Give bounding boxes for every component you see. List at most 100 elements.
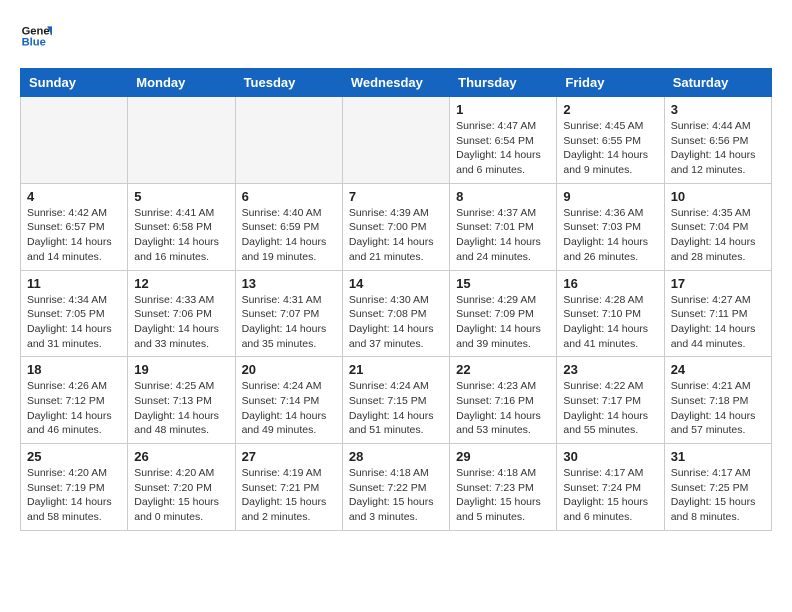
calendar-cell: 1Sunrise: 4:47 AM Sunset: 6:54 PM Daylig… [450, 97, 557, 184]
calendar-cell [128, 97, 235, 184]
day-info: Sunrise: 4:42 AM Sunset: 6:57 PM Dayligh… [27, 206, 121, 265]
day-number: 2 [563, 102, 657, 117]
day-info: Sunrise: 4:45 AM Sunset: 6:55 PM Dayligh… [563, 119, 657, 178]
day-info: Sunrise: 4:26 AM Sunset: 7:12 PM Dayligh… [27, 379, 121, 438]
day-number: 15 [456, 276, 550, 291]
day-number: 28 [349, 449, 443, 464]
calendar-cell: 14Sunrise: 4:30 AM Sunset: 7:08 PM Dayli… [342, 270, 449, 357]
svg-text:Blue: Blue [22, 37, 46, 49]
day-info: Sunrise: 4:34 AM Sunset: 7:05 PM Dayligh… [27, 293, 121, 352]
day-number: 6 [242, 189, 336, 204]
day-number: 8 [456, 189, 550, 204]
calendar-cell: 27Sunrise: 4:19 AM Sunset: 7:21 PM Dayli… [235, 444, 342, 531]
day-number: 20 [242, 362, 336, 377]
calendar-cell: 7Sunrise: 4:39 AM Sunset: 7:00 PM Daylig… [342, 183, 449, 270]
calendar-cell: 10Sunrise: 4:35 AM Sunset: 7:04 PM Dayli… [664, 183, 771, 270]
calendar-week-row: 18 Sunrise: 4:26 AM Sunset: 7:12 PM Dayli… [21, 357, 772, 444]
calendar-cell: 23 Sunrise: 4:22 AM Sunset: 7:17 PM Dayli… [557, 357, 664, 444]
calendar-cell: 31 Sunrise: 4:17 AM Sunset: 7:25 PM Dayli… [664, 444, 771, 531]
calendar-cell: 22 Sunrise: 4:23 AM Sunset: 7:16 PM Dayli… [450, 357, 557, 444]
calendar-cell: 13 Sunrise: 4:31 AM Sunset: 7:07 PM Dayli… [235, 270, 342, 357]
day-info: Sunrise: 4:29 AM Sunset: 7:09 PM Dayligh… [456, 293, 550, 352]
day-number: 3 [671, 102, 765, 117]
day-info: Sunrise: 4:19 AM Sunset: 7:21 PM Dayligh… [242, 466, 336, 525]
day-number: 7 [349, 189, 443, 204]
svg-text:General: General [22, 25, 52, 37]
calendar-cell: 12 Sunrise: 4:33 AM Sunset: 7:06 PM Dayli… [128, 270, 235, 357]
day-info: Sunrise: 4:24 AM Sunset: 7:14 PM Dayligh… [242, 379, 336, 438]
day-info: Sunrise: 4:18 AM Sunset: 7:23 PM Dayligh… [456, 466, 550, 525]
weekday-header: Friday [557, 69, 664, 97]
day-info: Sunrise: 4:20 AM Sunset: 7:20 PM Dayligh… [134, 466, 228, 525]
calendar-cell: 11Sunrise: 4:34 AM Sunset: 7:05 PM Dayli… [21, 270, 128, 357]
day-number: 25 [27, 449, 121, 464]
calendar-week-row: 11Sunrise: 4:34 AM Sunset: 7:05 PM Dayli… [21, 270, 772, 357]
day-number: 13 [242, 276, 336, 291]
day-info: Sunrise: 4:20 AM Sunset: 7:19 PM Dayligh… [27, 466, 121, 525]
day-number: 31 [671, 449, 765, 464]
calendar-cell: 24 Sunrise: 4:21 AM Sunset: 7:18 PM Dayli… [664, 357, 771, 444]
day-number: 4 [27, 189, 121, 204]
day-info: Sunrise: 4:23 AM Sunset: 7:16 PM Dayligh… [456, 379, 550, 438]
day-number: 29 [456, 449, 550, 464]
day-number: 14 [349, 276, 443, 291]
day-number: 5 [134, 189, 228, 204]
calendar-cell: 18 Sunrise: 4:26 AM Sunset: 7:12 PM Dayli… [21, 357, 128, 444]
calendar-cell: 15 Sunrise: 4:29 AM Sunset: 7:09 PM Dayli… [450, 270, 557, 357]
day-number: 16 [563, 276, 657, 291]
day-number: 30 [563, 449, 657, 464]
calendar-cell: 17Sunrise: 4:27 AM Sunset: 7:11 PM Dayli… [664, 270, 771, 357]
calendar-cell: 25 Sunrise: 4:20 AM Sunset: 7:19 PM Dayli… [21, 444, 128, 531]
calendar-header-row: SundayMondayTuesdayWednesdayThursdayFrid… [21, 69, 772, 97]
day-number: 1 [456, 102, 550, 117]
day-info: Sunrise: 4:33 AM Sunset: 7:06 PM Dayligh… [134, 293, 228, 352]
weekday-header: Tuesday [235, 69, 342, 97]
weekday-header: Monday [128, 69, 235, 97]
day-info: Sunrise: 4:25 AM Sunset: 7:13 PM Dayligh… [134, 379, 228, 438]
day-number: 9 [563, 189, 657, 204]
day-number: 21 [349, 362, 443, 377]
calendar-week-row: 25 Sunrise: 4:20 AM Sunset: 7:19 PM Dayli… [21, 444, 772, 531]
calendar-table: SundayMondayTuesdayWednesdayThursdayFrid… [20, 68, 772, 531]
day-number: 22 [456, 362, 550, 377]
day-info: Sunrise: 4:18 AM Sunset: 7:22 PM Dayligh… [349, 466, 443, 525]
calendar-cell: 20 Sunrise: 4:24 AM Sunset: 7:14 PM Dayli… [235, 357, 342, 444]
calendar-week-row: 1Sunrise: 4:47 AM Sunset: 6:54 PM Daylig… [21, 97, 772, 184]
day-number: 23 [563, 362, 657, 377]
calendar-cell: 6 Sunrise: 4:40 AM Sunset: 6:59 PM Daylig… [235, 183, 342, 270]
day-number: 12 [134, 276, 228, 291]
weekday-header: Sunday [21, 69, 128, 97]
day-info: Sunrise: 4:28 AM Sunset: 7:10 PM Dayligh… [563, 293, 657, 352]
calendar-cell: 29 Sunrise: 4:18 AM Sunset: 7:23 PM Dayli… [450, 444, 557, 531]
day-info: Sunrise: 4:36 AM Sunset: 7:03 PM Dayligh… [563, 206, 657, 265]
day-info: Sunrise: 4:17 AM Sunset: 7:24 PM Dayligh… [563, 466, 657, 525]
calendar-cell: 5 Sunrise: 4:41 AM Sunset: 6:58 PM Daylig… [128, 183, 235, 270]
calendar-cell: 2 Sunrise: 4:45 AM Sunset: 6:55 PM Daylig… [557, 97, 664, 184]
calendar-cell: 19Sunrise: 4:25 AM Sunset: 7:13 PM Dayli… [128, 357, 235, 444]
calendar-cell: 3Sunrise: 4:44 AM Sunset: 6:56 PM Daylig… [664, 97, 771, 184]
day-info: Sunrise: 4:41 AM Sunset: 6:58 PM Dayligh… [134, 206, 228, 265]
day-number: 24 [671, 362, 765, 377]
day-info: Sunrise: 4:31 AM Sunset: 7:07 PM Dayligh… [242, 293, 336, 352]
day-info: Sunrise: 4:22 AM Sunset: 7:17 PM Dayligh… [563, 379, 657, 438]
day-number: 17 [671, 276, 765, 291]
day-number: 26 [134, 449, 228, 464]
logo: General Blue [20, 20, 52, 52]
calendar-cell: 16 Sunrise: 4:28 AM Sunset: 7:10 PM Dayli… [557, 270, 664, 357]
calendar-cell: 28 Sunrise: 4:18 AM Sunset: 7:22 PM Dayli… [342, 444, 449, 531]
weekday-header: Saturday [664, 69, 771, 97]
calendar-cell: 21Sunrise: 4:24 AM Sunset: 7:15 PM Dayli… [342, 357, 449, 444]
weekday-header: Thursday [450, 69, 557, 97]
day-info: Sunrise: 4:21 AM Sunset: 7:18 PM Dayligh… [671, 379, 765, 438]
calendar-cell: 26 Sunrise: 4:20 AM Sunset: 7:20 PM Dayli… [128, 444, 235, 531]
weekday-header: Wednesday [342, 69, 449, 97]
day-number: 18 [27, 362, 121, 377]
day-info: Sunrise: 4:40 AM Sunset: 6:59 PM Dayligh… [242, 206, 336, 265]
calendar-cell [21, 97, 128, 184]
day-info: Sunrise: 4:17 AM Sunset: 7:25 PM Dayligh… [671, 466, 765, 525]
page-header: General Blue [20, 20, 772, 52]
calendar-cell: 4 Sunrise: 4:42 AM Sunset: 6:57 PM Daylig… [21, 183, 128, 270]
calendar-cell: 8Sunrise: 4:37 AM Sunset: 7:01 PM Daylig… [450, 183, 557, 270]
calendar-cell: 9 Sunrise: 4:36 AM Sunset: 7:03 PM Daylig… [557, 183, 664, 270]
calendar-cell: 30 Sunrise: 4:17 AM Sunset: 7:24 PM Dayli… [557, 444, 664, 531]
